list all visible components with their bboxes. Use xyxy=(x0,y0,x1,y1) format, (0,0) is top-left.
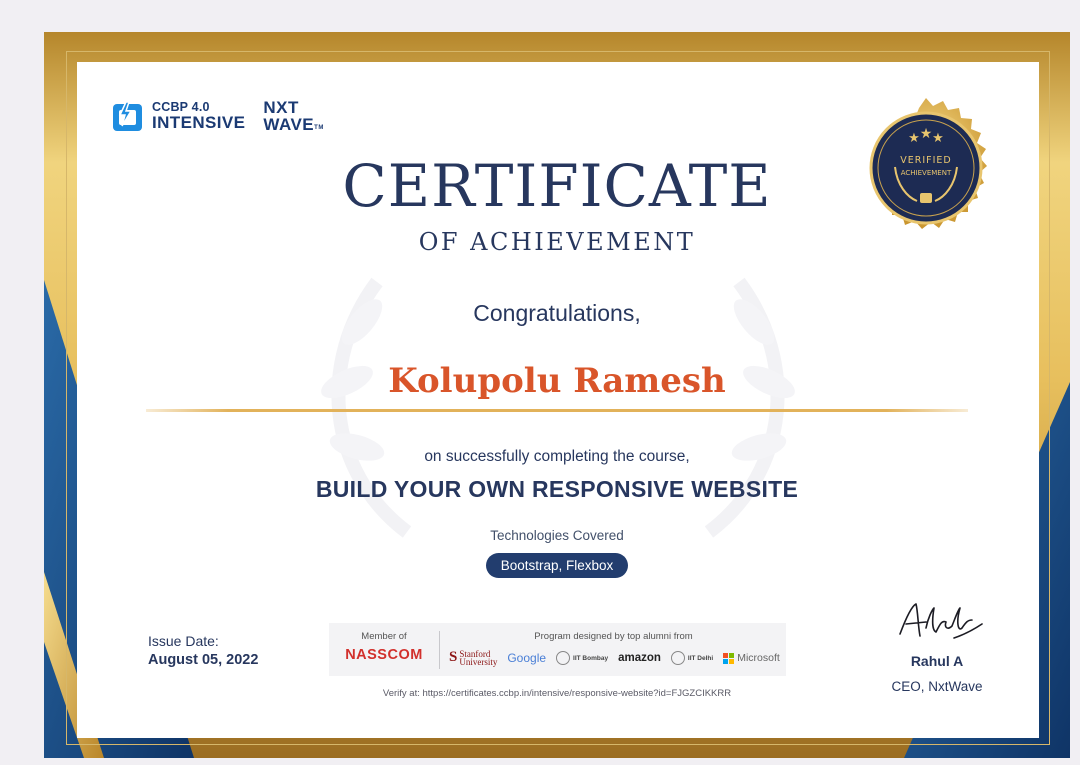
iit-bombay-text: IIT Bombay xyxy=(573,654,609,662)
microsoft-grid-icon xyxy=(723,652,735,664)
ccbp-logo-icon xyxy=(113,101,142,131)
signatory-role: CEO, NxtWave xyxy=(891,679,983,694)
iit-delhi-emblem-icon xyxy=(670,651,685,666)
google-logo: Google xyxy=(507,651,547,666)
issue-date-block: Issue Date: August 05, 2022 xyxy=(148,632,258,670)
nxtwave-logo: NXT WAVETM xyxy=(263,99,324,134)
name-underline xyxy=(146,409,968,412)
iit-bombay-logo: IIT Bombay xyxy=(556,651,609,666)
signatory-block: Rahul A CEO, NxtWave xyxy=(862,653,1012,694)
issue-date-value: August 05, 2022 xyxy=(148,651,259,668)
svg-text:★: ★ xyxy=(920,126,933,142)
header-logos: CCBP 4.0 INTENSIVE NXT WAVETM xyxy=(109,98,324,135)
svg-text:★: ★ xyxy=(932,131,944,146)
greeting-text: Congratulations, xyxy=(473,300,641,326)
partners-strip: Member of NASSCOM Program designed by to… xyxy=(329,623,786,676)
iit-delhi-logo: IIT Delhi xyxy=(670,651,714,666)
ceo-signature xyxy=(899,603,983,639)
amazon-logo: amazon xyxy=(618,652,661,665)
alumni-logos: S Stanford University Google IIT Bombay a… xyxy=(449,649,780,668)
recipient-name: Kolupolu Ramesh xyxy=(388,361,726,401)
course-name: BUILD YOUR OWN RESPONSIVE WEBSITE xyxy=(315,476,799,502)
certificate-title: CERTIFICATE xyxy=(342,152,772,220)
microsoft-text: Microsoft xyxy=(737,652,780,665)
stanford-logo: S Stanford University xyxy=(449,649,498,668)
issue-date-label: Issue Date: xyxy=(148,633,219,649)
partners-divider xyxy=(439,631,440,669)
stanford-s-icon: S xyxy=(449,649,458,666)
signatory-name: Rahul A xyxy=(910,653,964,669)
iit-bombay-emblem-icon xyxy=(556,651,571,666)
stanford-university-text: University xyxy=(459,657,498,668)
technologies-label: Technologies Covered xyxy=(490,528,624,543)
ccbp-intensive-text: INTENSIVE xyxy=(152,113,246,133)
microsoft-logo: Microsoft xyxy=(723,652,780,664)
nasscom-logo: NASSCOM xyxy=(345,647,423,663)
certificate-subtitle: OF ACHIEVEMENT xyxy=(418,228,696,256)
completion-text: on successfully completing the course, xyxy=(424,448,690,465)
ccbp-intensive-logo: CCBP 4.0 INTENSIVE xyxy=(152,100,246,133)
nxtwave-logo-line2: WAVE xyxy=(263,114,315,134)
iit-delhi-text: IIT Delhi xyxy=(687,654,714,662)
trademark-mark: TM xyxy=(314,124,324,131)
technologies-pill: Bootstrap, Flexbox xyxy=(485,553,629,578)
svg-text:★: ★ xyxy=(908,131,920,146)
certificate-frame: CCBP 4.0 INTENSIVE NXT WAVETM ★ ★ ★ VERI… xyxy=(44,32,1070,758)
member-of-label: Member of xyxy=(361,631,407,642)
designed-by-label: Program designed by top alumni from xyxy=(534,631,693,642)
